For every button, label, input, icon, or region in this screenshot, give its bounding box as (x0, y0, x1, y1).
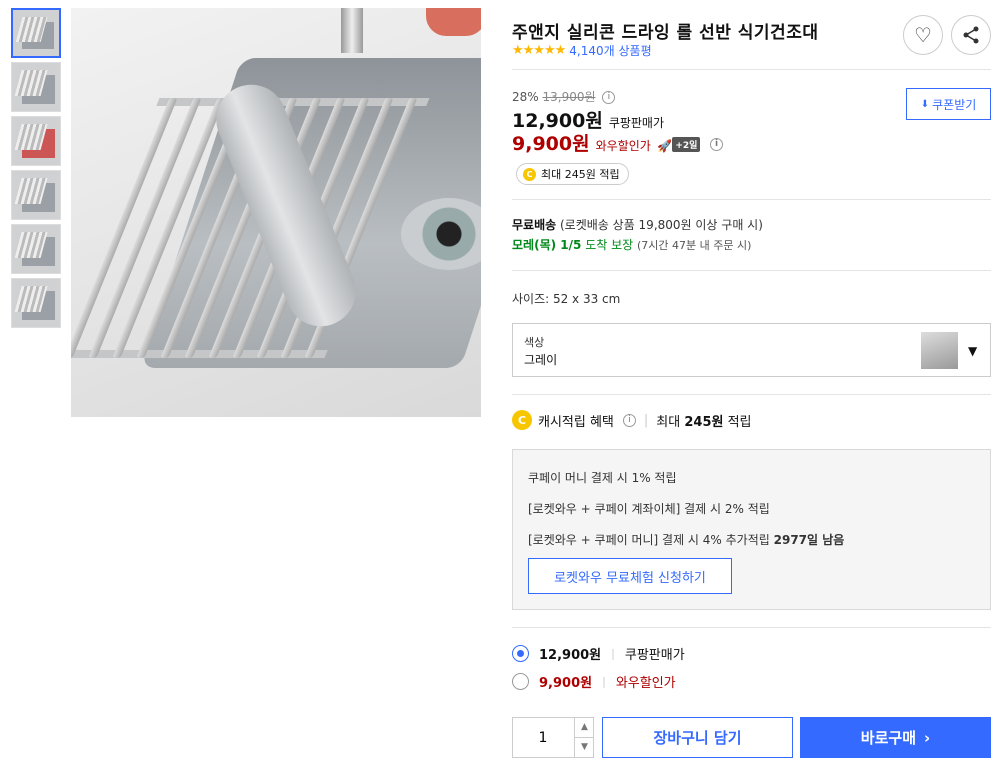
wishlist-button[interactable]: ♡ (903, 15, 943, 55)
price-option-wow[interactable]: 9,900원 | 와우할인가 (512, 672, 676, 691)
caret-down-icon: ▼ (968, 344, 978, 358)
download-icon: ⬇ (920, 98, 930, 110)
free-shipping-label: 무료배송 (512, 218, 557, 232)
benefit-line-1: 쿠페이 머니 결제 시 1% 적립 (528, 471, 677, 485)
divider (512, 199, 991, 200)
thumbnail-4[interactable] (11, 170, 61, 220)
cashback-row: C 캐시적립 혜택 i | 최대 245원 적립 (512, 410, 752, 430)
product-title: 주앤지 실리콘 드라잉 롤 선반 식기건조대 (512, 23, 819, 43)
coupon-label: 쿠폰받기 (932, 97, 977, 112)
add-to-cart-button[interactable]: 장바구니 담기 (602, 717, 793, 758)
main-product-image (71, 8, 481, 417)
wow-label: 와우할인가 (595, 139, 651, 153)
share-button[interactable] (951, 15, 991, 55)
price-option-label: 쿠팡판매가 (624, 648, 685, 663)
option-value: 그레이 (524, 353, 558, 367)
arrival-note: (7시간 47분 내 주문 시) (637, 239, 752, 252)
quantity-increase-button[interactable]: ▲ (574, 718, 594, 738)
cash-pill: C 최대 245원 적립 (516, 163, 629, 185)
coin-icon: C (512, 410, 532, 430)
benefit-line-3: [로켓와우 + 쿠페이 머니] 결제 시 4% 추가적립 2977일 남음 (528, 533, 845, 547)
rocketwow-trial-button[interactable]: 로켓와우 무료체험 신청하기 (528, 558, 732, 594)
cashback-amount: 최대 245원 적립 (656, 414, 752, 430)
rating-stars: ★★★★★ (512, 43, 566, 58)
quantity-input[interactable] (513, 718, 573, 757)
sale-label: 쿠팡판매가 (608, 116, 665, 130)
arrival-suffix: 도착 보장 (585, 238, 634, 252)
divider (512, 627, 991, 628)
radio-selected[interactable] (512, 645, 529, 662)
free-shipping-detail: (로켓배송 상품 19,800원 이상 구매 시) (560, 218, 763, 232)
divider (512, 69, 991, 70)
buy-now-button[interactable]: 바로구매 › (800, 717, 991, 758)
coupon-button[interactable]: ⬇ 쿠폰받기 (906, 88, 991, 120)
cash-pill-text: 최대 245원 적립 (541, 168, 620, 181)
review-count[interactable]: 4,140개 상품평 (569, 42, 651, 59)
thumbnail-list (11, 8, 61, 332)
discount-rate: 28% (512, 90, 539, 104)
price-option-sale[interactable]: 12,900원 | 쿠팡판매가 (512, 644, 685, 663)
option-label: 색상 (524, 336, 545, 349)
wow-price-row: 9,900원 와우할인가 🚀 +2일 i (512, 129, 724, 156)
discount-row: 28% 13,900원 i (512, 88, 616, 105)
divider (512, 270, 991, 271)
coin-icon: C (523, 167, 536, 181)
thumbnail-6[interactable] (11, 278, 61, 328)
wow-price: 9,900원 (512, 133, 590, 155)
shipping-row: 무료배송 (로켓배송 상품 19,800원 이상 구매 시) (512, 216, 763, 233)
benefit-line-2: [로켓와우 + 쿠페이 계좌이체] 결제 시 2% 적립 (528, 502, 770, 516)
chevron-right-icon: › (924, 728, 931, 747)
quantity-stepper: ▲ ▼ (512, 717, 594, 758)
share-icon (963, 26, 979, 44)
color-option-select[interactable]: 색상 그레이 ▼ (512, 323, 991, 377)
wow-badge: +2일 (672, 137, 701, 152)
info-icon[interactable]: i (710, 138, 724, 151)
quantity-decrease-button[interactable]: ▼ (574, 738, 594, 758)
cashback-label: 캐시적립 혜택 (538, 414, 614, 430)
thumbnail-5[interactable] (11, 224, 61, 274)
size-text: 사이즈: 52 x 33 cm (512, 292, 621, 306)
benefit-box: 쿠페이 머니 결제 시 1% 적립 [로켓와우 + 쿠페이 계좌이체] 결제 시… (512, 449, 991, 610)
price-option-price: 9,900원 (539, 676, 593, 691)
arrival-row: 모레(목) 1/5 도착 보장 (7시간 47분 내 주문 시) (512, 236, 751, 253)
days-remaining: 2977일 남음 (773, 533, 845, 547)
arrival-date: 모레(목) 1/5 (512, 238, 582, 252)
thumbnail-2[interactable] (11, 62, 61, 112)
info-icon[interactable]: i (622, 413, 636, 427)
price-option-label: 와우할인가 (615, 676, 676, 691)
option-thumbnail (921, 332, 958, 369)
heart-icon: ♡ (914, 23, 932, 47)
info-icon[interactable]: i (602, 91, 616, 104)
radio-unselected[interactable] (512, 673, 529, 690)
thumbnail-1[interactable] (11, 8, 61, 58)
thumbnail-3[interactable] (11, 116, 61, 166)
divider (512, 394, 991, 395)
price-option-price: 12,900원 (539, 648, 602, 663)
buy-now-label: 바로구매 (860, 729, 916, 747)
rocket-icon: 🚀 (657, 139, 673, 153)
original-price: 13,900원 (542, 90, 596, 104)
rating-row[interactable]: ★★★★★ 4,140개 상품평 (512, 42, 652, 59)
